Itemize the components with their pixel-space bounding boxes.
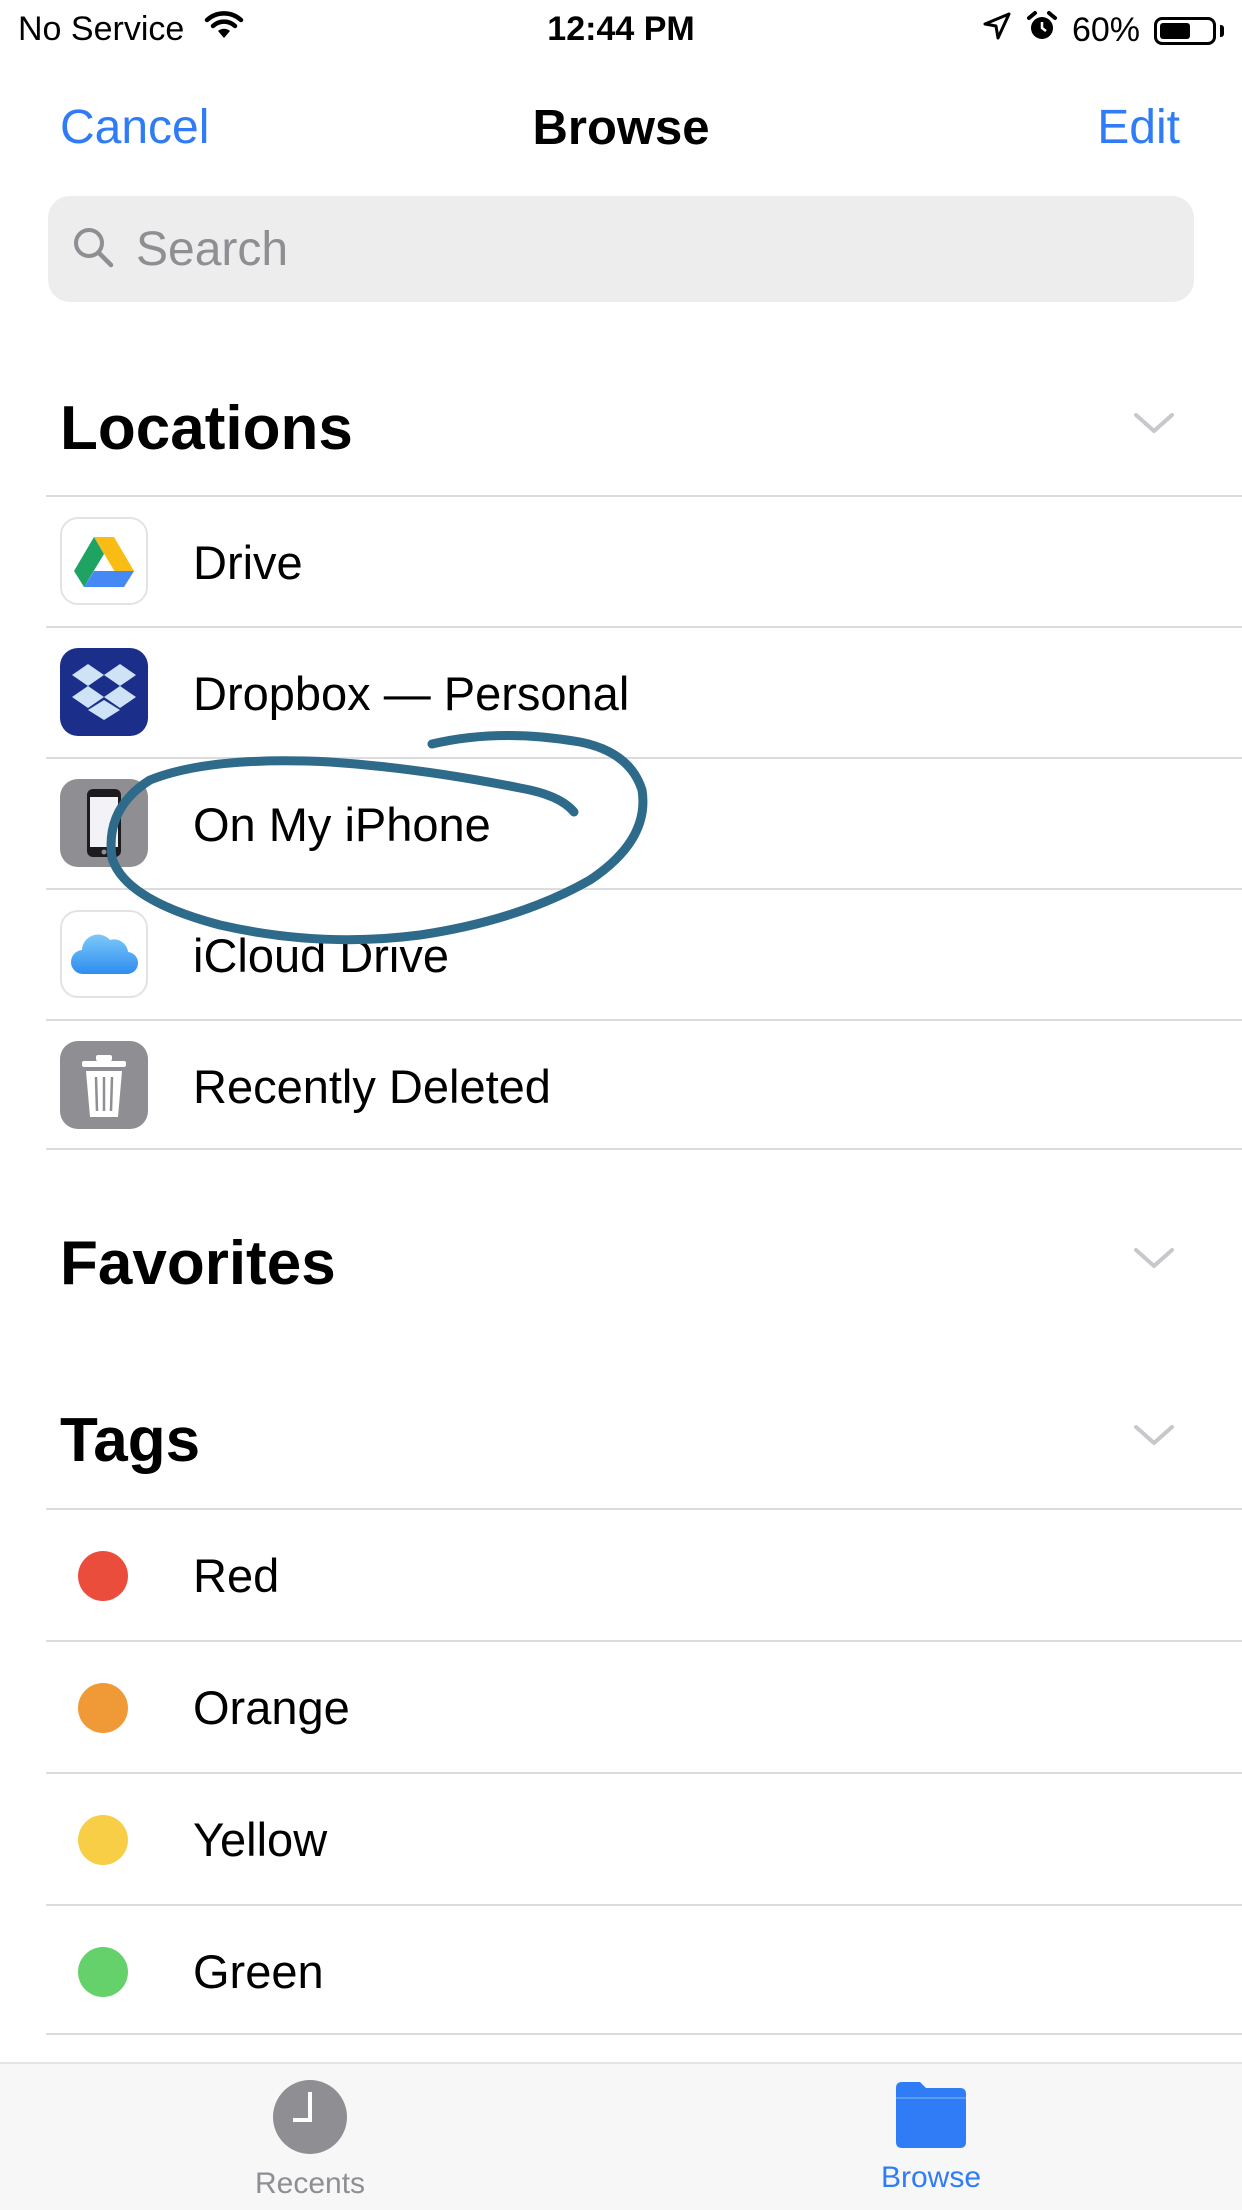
edit-button[interactable]: Edit (1097, 100, 1180, 155)
favorites-header[interactable]: Favorites (60, 1228, 1194, 1308)
tag-item-yellow[interactable]: Yellow (46, 1772, 1242, 1903)
chevron-down-icon[interactable] (1132, 409, 1176, 442)
tags-header[interactable]: Tags (60, 1405, 1194, 1485)
location-label: Dropbox — Personal (193, 667, 630, 720)
alarm-icon (1026, 10, 1058, 51)
location-item-drive[interactable]: Drive (46, 495, 1242, 626)
navigation-bar: Cancel Browse Edit (0, 62, 1242, 192)
chevron-down-icon[interactable] (1132, 1421, 1176, 1454)
location-label: Drive (193, 536, 303, 589)
search-input[interactable] (134, 220, 1038, 278)
tab-browse[interactable]: Browse (811, 2078, 1051, 2195)
favorites-title: Favorites (60, 1229, 336, 1298)
search-bar[interactable] (48, 196, 1194, 302)
location-item-icloud-drive[interactable]: iCloud Drive (46, 888, 1242, 1019)
tag-color-dot (78, 1947, 128, 1997)
status-right: 60% (982, 10, 1224, 51)
location-label: Recently Deleted (193, 1060, 551, 1113)
tab-recents[interactable]: Recents (190, 2078, 430, 2201)
tag-item-green[interactable]: Green (46, 1904, 1242, 2035)
location-label: iCloud Drive (193, 929, 449, 982)
tag-color-dot (78, 1815, 128, 1865)
tag-item-red[interactable]: Red (46, 1508, 1242, 1639)
location-item-on-my-iphone[interactable]: On My iPhone (46, 757, 1242, 888)
locations-title: Locations (60, 394, 353, 463)
battery-percent: 60% (1071, 11, 1140, 49)
location-arrow-icon (982, 11, 1012, 50)
tag-item-orange[interactable]: Orange (46, 1640, 1242, 1771)
tag-color-dot (78, 1551, 128, 1601)
chevron-down-icon[interactable] (1132, 1244, 1176, 1277)
battery-fill (1160, 22, 1191, 39)
status-bar: No Service 12:44 PM 60% (0, 0, 1242, 62)
icloud-icon (60, 910, 148, 998)
search-icon (48, 224, 116, 275)
tag-color-dot (78, 1683, 128, 1733)
dropbox-icon (60, 648, 148, 736)
folder-icon (892, 2082, 970, 2154)
tags-title: Tags (60, 1406, 201, 1475)
location-label: On My iPhone (193, 798, 491, 851)
battery-icon (1154, 16, 1216, 45)
battery-cap (1220, 24, 1224, 37)
clock-icon (271, 2080, 349, 2160)
trash-icon (60, 1041, 148, 1129)
tab-recents-label: Recents (254, 2167, 366, 2200)
google-drive-icon (60, 517, 148, 605)
tag-label: Yellow (193, 1813, 328, 1866)
tag-label: Red (193, 1549, 280, 1602)
iphone-icon (60, 779, 148, 867)
tag-label: Orange (193, 1681, 350, 1734)
tab-bar: Recents Browse (0, 2062, 1242, 2210)
locations-header[interactable]: Locations (60, 393, 1194, 473)
tag-label: Green (193, 1945, 324, 1998)
location-item-dropbox[interactable]: Dropbox — Personal (46, 626, 1242, 757)
page-title: Browse (532, 101, 710, 155)
tab-browse-label: Browse (880, 2161, 982, 2194)
location-item-recently-deleted[interactable]: Recently Deleted (46, 1019, 1242, 1150)
